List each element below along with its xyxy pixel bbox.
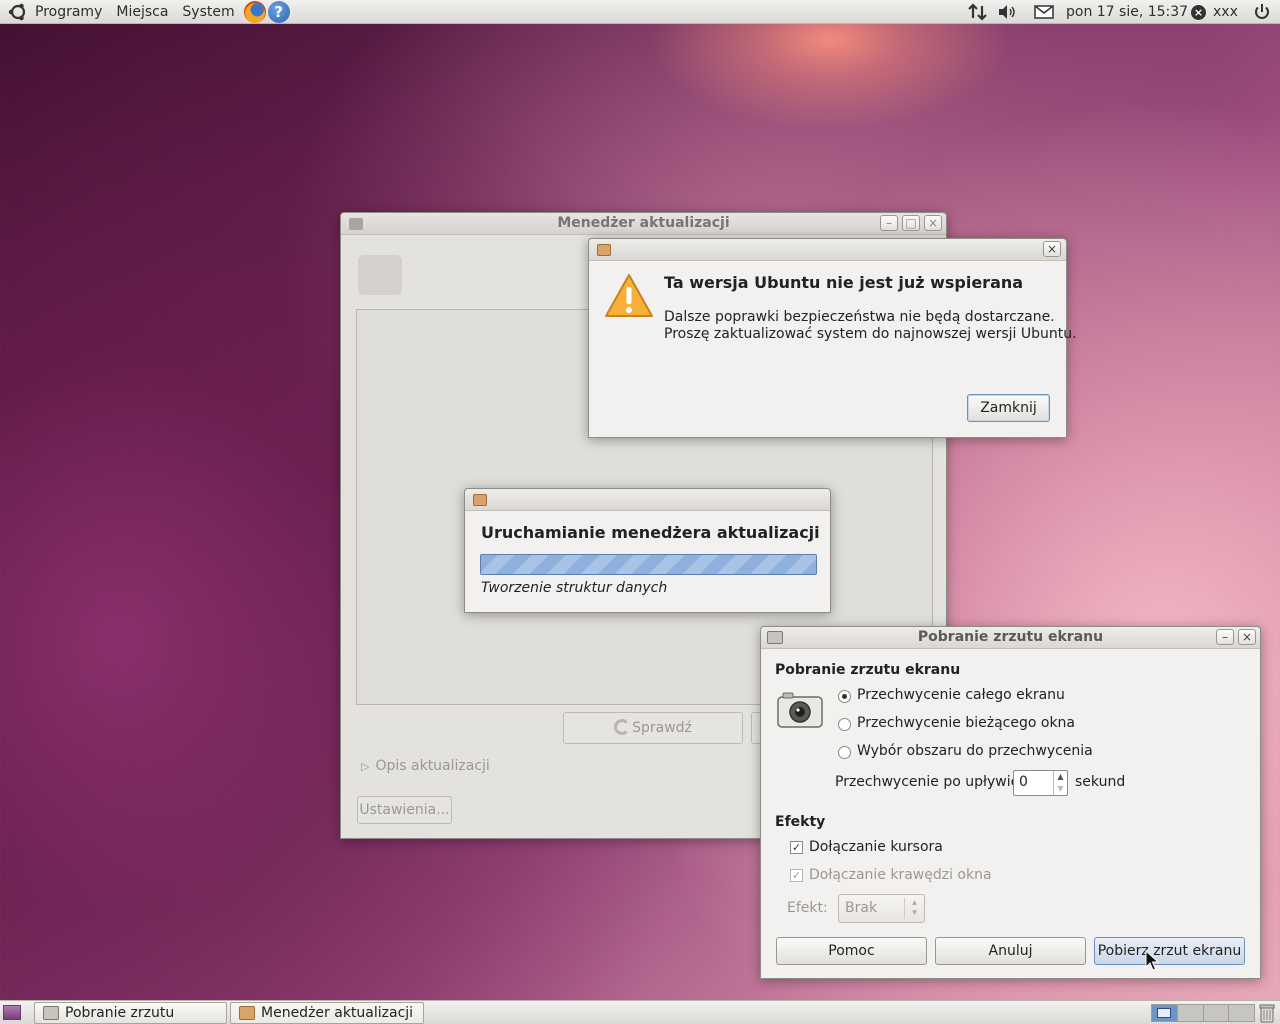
expander-arrow-icon: ▷ xyxy=(361,760,370,773)
description-expander[interactable]: ▷ Opis aktualizacji xyxy=(361,758,490,774)
minimize-button[interactable]: – xyxy=(880,215,898,231)
close-button[interactable]: × xyxy=(1043,241,1061,257)
help-button[interactable]: Pomoc xyxy=(776,937,927,965)
close-dialog-button-label: Zamknij xyxy=(980,400,1037,416)
trash-icon[interactable] xyxy=(1259,1003,1275,1023)
mouse-cursor-icon xyxy=(1145,950,1159,971)
user-status-icon[interactable]: × xyxy=(1191,5,1206,20)
delay-value: 0 xyxy=(1019,774,1028,790)
effects-title: Efekty xyxy=(775,814,826,830)
minimize-button[interactable]: – xyxy=(1216,629,1234,645)
delay-label: Przechwycenie po upływie xyxy=(835,774,1020,790)
dialog-titlebar[interactable]: × xyxy=(589,239,1066,261)
workspace-window-thumb xyxy=(1157,1008,1171,1018)
cancel-button[interactable]: Anuluj xyxy=(935,937,1086,965)
check-button-label: Sprawdź xyxy=(632,720,692,736)
firefox-icon[interactable] xyxy=(243,0,266,23)
radio-select-area[interactable] xyxy=(838,746,851,759)
update-manager-logo-icon xyxy=(358,255,402,295)
dialog-heading: Ta wersja Ubuntu nie jest już wspierana xyxy=(664,273,1024,292)
close-dialog-button[interactable]: Zamknij xyxy=(967,394,1050,422)
taskbar-item-update-manager[interactable]: Menedżer aktualizacji xyxy=(230,1002,424,1024)
radio-whole-screen[interactable] xyxy=(838,690,851,703)
warning-icon xyxy=(605,274,653,317)
description-expander-label: Opis aktualizacji xyxy=(375,758,490,774)
startup-progress-dialog: Uruchamianie menedżera aktualizacji Twor… xyxy=(464,488,831,613)
refresh-icon xyxy=(614,719,631,735)
mail-icon[interactable] xyxy=(1034,5,1054,19)
taskbar-item-label: Pobranie zrzutu ekranu xyxy=(65,1005,175,1021)
taskbar-item-label: Menedżer aktualizacji xyxy=(261,1005,414,1021)
include-pointer-checkbox[interactable]: ✓ xyxy=(790,841,803,854)
progress-status: Tworzenie struktur danych xyxy=(481,580,668,596)
top-panel: Programy Miejsca System ? pon 17 sie, 15… xyxy=(0,0,1280,24)
unsupported-version-dialog: × Ta wersja Ubuntu nie jest już wspieran… xyxy=(588,238,1077,438)
check-button[interactable]: Sprawdź xyxy=(563,712,743,744)
include-pointer-label[interactable]: Dołączanie kursora xyxy=(809,839,943,855)
power-icon[interactable] xyxy=(1253,3,1271,21)
screenshot-window-title: Pobranie zrzutu ekranu xyxy=(917,629,1104,645)
option-current-window[interactable]: Przechwycenie bieżącego okna xyxy=(857,715,1075,731)
effect-label: Efekt: xyxy=(787,900,828,916)
dialog-message-line1: Dalsze poprawki bezpieczeństwa nie będą … xyxy=(664,309,1055,325)
settings-button[interactable]: Ustawienia... xyxy=(357,796,452,824)
user-name[interactable]: xxx xyxy=(1213,0,1238,24)
close-button[interactable]: × xyxy=(924,215,942,231)
maximize-button[interactable]: □ xyxy=(902,215,920,231)
option-whole-screen[interactable]: Przechwycenie całego ekranu xyxy=(857,687,1065,703)
progress-bar xyxy=(480,554,817,575)
screenshot-titlebar[interactable]: Pobranie zrzutu ekranu – × xyxy=(761,627,1260,649)
update-manager-titlebar[interactable]: Menedżer aktualizacji – □ × xyxy=(341,213,946,235)
effect-value: Brak xyxy=(845,900,878,916)
volume-icon[interactable] xyxy=(997,4,1017,20)
progress-titlebar[interactable] xyxy=(465,489,830,511)
network-icon[interactable] xyxy=(968,3,988,21)
dialog-app-icon xyxy=(597,244,611,256)
take-screenshot-button[interactable]: Pobierz zrzut ekranu xyxy=(1094,937,1245,965)
close-button[interactable]: × xyxy=(1238,629,1256,645)
spin-down-button[interactable]: ▼ xyxy=(1053,783,1067,795)
include-border-label[interactable]: Dołączanie krawędzi okna xyxy=(809,867,992,883)
menu-system[interactable]: System xyxy=(175,0,241,24)
bottom-panel: Pobranie zrzutu ekranu Menedżer aktualiz… xyxy=(0,1000,1280,1024)
combo-arrows-icon: ▴ ▾ xyxy=(904,898,924,919)
workspace-1[interactable] xyxy=(1152,1005,1178,1021)
option-select-area[interactable]: Wybór obszaru do przechwycenia xyxy=(857,743,1093,759)
cancel-button-label: Anuluj xyxy=(988,943,1033,959)
clock[interactable]: pon 17 sie, 15:37 xyxy=(1066,0,1188,24)
workspace-4[interactable] xyxy=(1229,1005,1254,1021)
dialog-message-line2: Proszę zaktualizować system do najnowsze… xyxy=(664,326,1077,342)
camera-icon xyxy=(777,692,823,728)
effect-combobox[interactable]: Brak ▴ ▾ xyxy=(838,894,925,923)
taskbar-item-screenshot[interactable]: Pobranie zrzutu ekranu xyxy=(34,1002,227,1024)
help-button-label: Pomoc xyxy=(828,943,875,959)
radio-current-window[interactable] xyxy=(838,718,851,731)
screenshot-dialog: Pobranie zrzutu ekranu – × Pobranie zrzu… xyxy=(760,626,1261,979)
ubuntu-logo-icon[interactable] xyxy=(8,2,28,22)
take-screenshot-button-label: Pobierz zrzut ekranu xyxy=(1097,943,1242,959)
spin-up-button[interactable]: ▲ xyxy=(1053,771,1067,783)
include-border-checkbox[interactable]: ✓ xyxy=(790,869,803,882)
show-desktop-icon[interactable] xyxy=(3,1005,21,1020)
workspace-switcher[interactable] xyxy=(1151,1004,1255,1022)
menu-places[interactable]: Miejsca xyxy=(109,0,175,24)
delay-spinbutton[interactable]: 0 ▲ ▼ xyxy=(1013,770,1068,796)
section-title: Pobranie zrzutu ekranu xyxy=(775,662,961,678)
delay-unit: sekund xyxy=(1075,774,1126,790)
update-manager-task-icon xyxy=(239,1006,255,1020)
progress-app-icon xyxy=(473,494,487,506)
workspace-3[interactable] xyxy=(1203,1005,1230,1021)
screenshot-task-icon xyxy=(43,1006,59,1020)
workspace-2[interactable] xyxy=(1177,1005,1204,1021)
progress-heading: Uruchamianie menedżera aktualizacji xyxy=(481,523,820,542)
help-icon[interactable]: ? xyxy=(267,0,290,23)
window-title: Menedżer aktualizacji xyxy=(557,215,730,231)
menu-applications[interactable]: Programy xyxy=(28,0,109,24)
